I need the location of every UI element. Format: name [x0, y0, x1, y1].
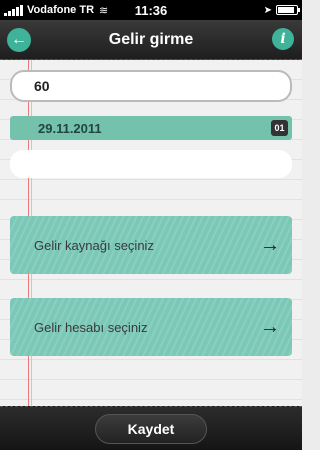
note-field[interactable] [10, 150, 292, 178]
back-button[interactable]: ← [7, 28, 31, 52]
location-icon: ➤ [263, 4, 272, 16]
signal-icon [4, 4, 23, 16]
income-account-label: Gelir hesabı seçiniz [34, 319, 148, 335]
info-icon: i [280, 31, 286, 47]
arrow-right-icon: → [260, 316, 280, 338]
nav-bar: ← Gelir girme i [0, 20, 302, 60]
wifi-icon: ≋ [99, 4, 109, 17]
amount-field[interactable]: 60 [10, 70, 292, 102]
calendar-icon[interactable]: 01 [271, 120, 288, 136]
income-source-label: Gelir kaynağı seçiniz [34, 237, 154, 253]
save-button[interactable]: Kaydet [95, 413, 207, 444]
form-area: 60 29.11.2011 01 Gelir kaynağı seçiniz →… [0, 60, 302, 406]
info-button[interactable]: i [272, 28, 294, 50]
date-field[interactable]: 29.11.2011 01 [10, 116, 292, 140]
bottom-bar: Kaydet [0, 406, 302, 450]
battery-level [278, 7, 295, 13]
income-account-button[interactable]: Gelir hesabı seçiniz → [10, 298, 292, 356]
arrow-left-icon: ← [11, 31, 27, 48]
carrier-name: Vodafone TR [27, 4, 95, 16]
arrow-right-icon: → [260, 234, 280, 256]
date-value: 29.11.2011 [38, 120, 102, 136]
page-title: Gelir girme [108, 30, 194, 48]
income-source-button[interactable]: Gelir kaynağı seçiniz → [10, 216, 292, 274]
status-bar: Vodafone TR ≋ 11:36 ➤ [0, 0, 302, 20]
battery-icon [276, 5, 300, 15]
